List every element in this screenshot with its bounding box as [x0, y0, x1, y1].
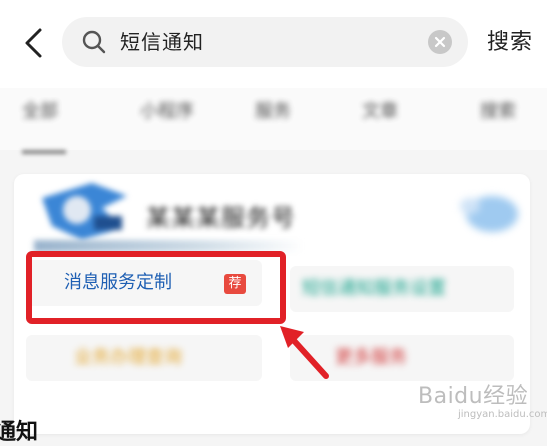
service-label: 更多服务	[335, 347, 407, 368]
watermark-sub: jingyan.baidu.com	[458, 409, 547, 420]
search-bar[interactable]: 短信通知	[62, 17, 468, 67]
tab-all[interactable]: 全部	[22, 98, 58, 126]
tab-service[interactable]: 服务	[255, 98, 291, 126]
service-button-2[interactable]: 短信通知服务设置	[290, 266, 514, 312]
back-button[interactable]	[20, 26, 48, 60]
watermark-main: Baidu经验	[418, 384, 529, 409]
top-bar: 短信通知 搜索	[0, 0, 547, 88]
tab-search[interactable]: 搜索	[480, 98, 516, 126]
decoration-icon	[460, 196, 518, 232]
tab-article[interactable]: 文章	[362, 98, 398, 126]
filter-tabs: 全部 小程序 服务 文章 搜索	[0, 88, 547, 154]
search-button[interactable]: 搜索	[487, 26, 533, 60]
section-title: 通知	[0, 420, 39, 445]
account-logo-icon	[42, 183, 127, 240]
tab-mini-program[interactable]: 小程序	[140, 98, 194, 126]
service-button-3[interactable]: 业务办理查询	[26, 335, 262, 381]
highlight-annotation	[26, 251, 286, 324]
chevron-left-icon	[25, 28, 42, 58]
service-label: 短信通知服务设置	[302, 278, 446, 299]
watermark: Baidu经验 jingyan.baidu.com	[418, 378, 547, 428]
search-icon	[82, 30, 106, 54]
clear-icon[interactable]	[428, 30, 452, 54]
search-input[interactable]: 短信通知	[120, 29, 204, 55]
active-tab-indicator	[22, 150, 66, 154]
account-title: 某某某服务号	[146, 204, 296, 232]
service-label: 业务办理查询	[74, 347, 182, 368]
arrow-annotation-icon	[280, 326, 329, 379]
